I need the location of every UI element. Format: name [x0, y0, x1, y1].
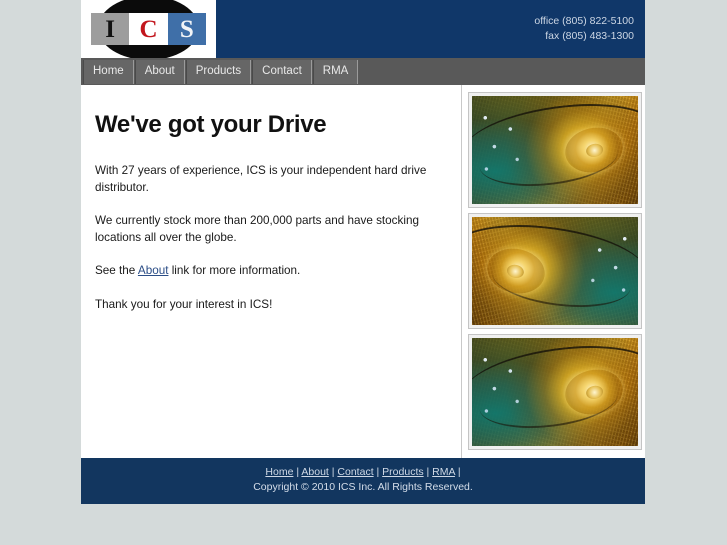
hard-drive-photo-3 [468, 334, 642, 450]
photo-image-1 [472, 96, 638, 204]
footer-link-rma[interactable]: RMA [432, 466, 455, 478]
intro-paragraph-1: With 27 years of experience, ICS is your… [95, 164, 427, 194]
site-header: I C S office (805) 822-5100 fax (805) 48… [81, 0, 645, 58]
logo-letter-s: S [167, 13, 206, 45]
page-body: We've got your Drive With 27 years of ex… [81, 85, 645, 458]
site-footer: Home | About | Contact | Products | RMA … [81, 458, 645, 504]
nav-item-contact[interactable]: Contact [252, 59, 312, 84]
page-container: I C S office (805) 822-5100 fax (805) 48… [81, 0, 645, 504]
footer-sep-4: | [423, 466, 433, 478]
about-text-after: link for more information. [168, 264, 301, 277]
intro-paragraph-2: We currently stock more than 200,000 par… [95, 214, 419, 244]
main-navigation: Home About Products Contact RMA [81, 58, 645, 85]
nav-item-home[interactable]: Home [83, 59, 134, 84]
drive-hub [584, 384, 605, 401]
page-title: We've got your Drive [95, 111, 327, 138]
photo-image-2 [472, 217, 638, 325]
footer-link-about[interactable]: About [301, 466, 328, 478]
nav-item-rma[interactable]: RMA [312, 59, 359, 84]
about-text-before: See the [95, 264, 138, 277]
hard-drive-photo-2 [468, 213, 642, 329]
drive-hub [505, 263, 526, 280]
footer-link-products[interactable]: Products [382, 466, 423, 478]
hard-drive-photo-1 [468, 92, 642, 208]
about-inline-link[interactable]: About [138, 264, 169, 277]
header-contact-info: office (805) 822-5100 fax (805) 483-1300 [216, 0, 645, 58]
logo-letter-i: I [91, 13, 130, 45]
copyright-text: Copyright © 2010 ICS Inc. All Rights Res… [253, 481, 473, 493]
nav-item-about[interactable]: About [134, 59, 185, 84]
fax-phone: fax (805) 483-1300 [545, 30, 634, 42]
footer-sep-3: | [373, 466, 383, 478]
logo[interactable]: I C S [81, 0, 216, 58]
intro-paragraph-3: See the About link for more information. [95, 263, 439, 280]
photo-image-3 [472, 338, 638, 446]
footer-links: Home | About | Contact | Products | RMA … [81, 465, 645, 480]
content-column: We've got your Drive With 27 years of ex… [81, 85, 462, 458]
logo-letter-boxes: I C S [91, 13, 206, 45]
footer-link-contact[interactable]: Contact [337, 466, 373, 478]
logo-letter-c: C [129, 13, 168, 45]
photo-column [462, 85, 650, 458]
drive-hub [584, 142, 605, 159]
office-phone: office (805) 822-5100 [534, 15, 634, 27]
footer-sep-5: | [454, 466, 461, 478]
footer-link-home[interactable]: Home [265, 466, 293, 478]
nav-item-products[interactable]: Products [185, 59, 252, 84]
intro-paragraph-4: Thank you for your interest in ICS! [95, 297, 273, 311]
